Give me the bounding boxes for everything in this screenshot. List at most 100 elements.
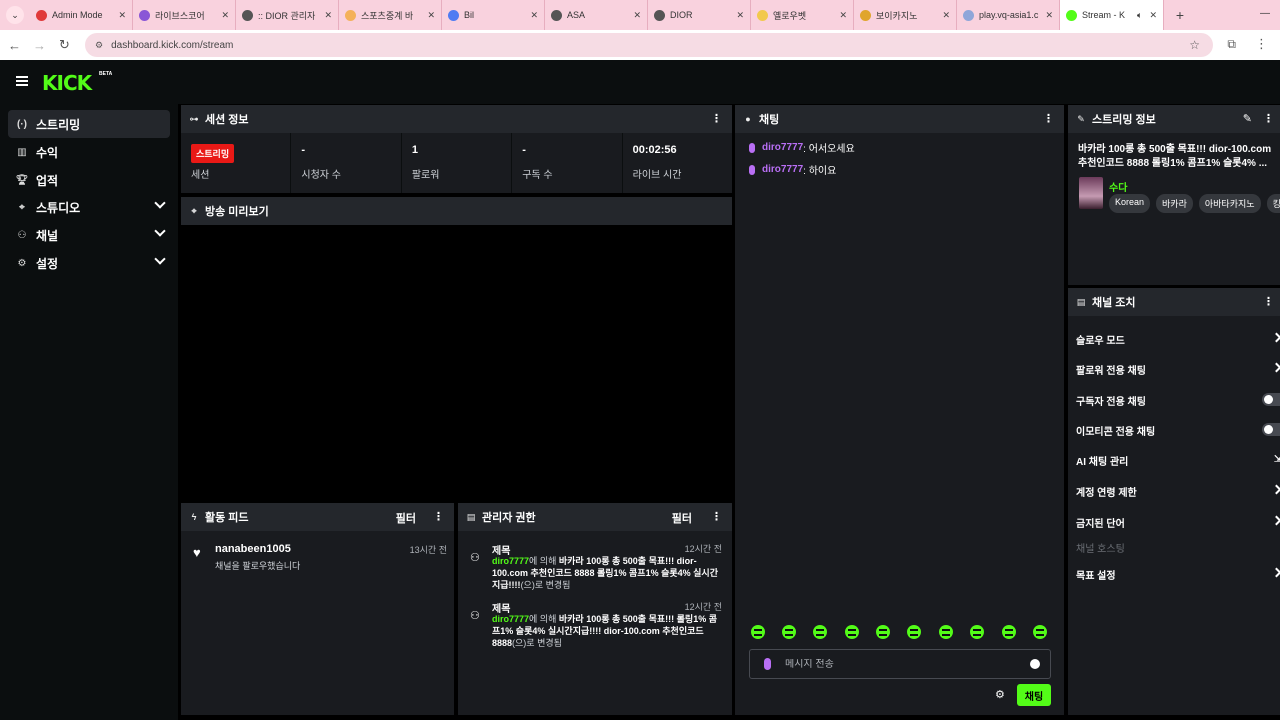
edit-pencil-icon[interactable]: ✎ (1243, 112, 1252, 125)
filter-button[interactable]: 필터 (396, 510, 416, 526)
slow-mode-item[interactable]: 슬로우 모드 (1076, 331, 1280, 347)
session-icon: ⊶ (189, 113, 199, 124)
close-icon[interactable]: ✕ (1045, 10, 1053, 21)
close-icon[interactable]: ✕ (118, 10, 126, 21)
forward-icon[interactable]: → (27, 38, 52, 53)
tag[interactable]: 바카라 (1156, 194, 1193, 213)
panel-header: ⌖ 방송 미리보기 (181, 197, 732, 225)
chat-input[interactable] (785, 658, 1015, 670)
browser-tab[interactable]: Admin Mode ✕ (30, 0, 133, 30)
emote-icon[interactable] (1002, 625, 1016, 639)
browser-tab[interactable]: 보이카지노 ✕ (854, 0, 957, 30)
favicon-icon (963, 9, 974, 21)
emote-icon[interactable] (845, 625, 859, 639)
video-preview[interactable] (181, 225, 732, 500)
sidebar-item-channel[interactable]: ⚇ 채널 (8, 221, 170, 249)
close-icon[interactable]: ✕ (324, 10, 332, 21)
kick-logo[interactable]: KICK (42, 71, 92, 95)
list-item: ⚇ 제목 12시간 전 diro7777에 의해 바카라 100롱 총 500출… (470, 600, 722, 656)
tag[interactable]: 아바타카지노 (1198, 194, 1261, 213)
browser-tab[interactable]: 스포츠중계 바 ✕ (339, 0, 442, 30)
emote-icon[interactable] (939, 625, 953, 639)
log-user[interactable]: diro7777 (492, 614, 529, 624)
kebab-menu-icon[interactable]: ⋮ (711, 510, 722, 523)
tag[interactable]: 킹브 (1266, 194, 1280, 213)
emote-icon[interactable] (1033, 625, 1047, 639)
follower-only-chat-item[interactable]: 팔로워 전용 채팅 (1076, 361, 1280, 377)
emote-icon[interactable] (751, 625, 765, 639)
follower-name[interactable]: nanabeen1005 (215, 543, 291, 555)
close-icon[interactable]: ✕ (839, 10, 847, 21)
chat-settings-gear-icon[interactable]: ⚙ (995, 688, 1005, 701)
chat-username[interactable]: diro7777 (762, 164, 803, 175)
window-minimize-icon[interactable]: — (1260, 8, 1270, 19)
sidebar-item-settings[interactable]: ⚙ 설정 (8, 249, 170, 277)
emote-only-toggle[interactable] (1262, 423, 1280, 436)
browser-tab[interactable]: 옐로우벳 ✕ (751, 0, 854, 30)
site-info-icon[interactable]: ⚙ (95, 40, 103, 51)
emote-icon[interactable] (907, 625, 921, 639)
chevron-right-icon (1271, 484, 1280, 495)
tab-label: Bil (464, 10, 475, 20)
close-icon[interactable]: ✕ (427, 10, 435, 21)
sidebar-item-revenue[interactable]: ▥ 수익 (8, 138, 170, 166)
kebab-menu-icon[interactable]: ⋮ (711, 112, 722, 125)
log-user[interactable]: diro7777 (492, 556, 529, 566)
browser-tab[interactable]: ASA ✕ (545, 0, 648, 30)
new-tab-button[interactable]: + (1170, 7, 1190, 23)
category-name[interactable]: 수다 (1109, 179, 1127, 194)
close-icon[interactable]: ✕ (221, 10, 229, 21)
send-chat-button[interactable]: 채팅 (1017, 684, 1051, 706)
subscriber-only-toggle[interactable] (1262, 393, 1280, 406)
chat-username[interactable]: diro7777 (762, 142, 803, 153)
ai-chat-moderation-item[interactable]: AI 채팅 관리 ⇲ (1076, 452, 1280, 468)
close-icon[interactable]: ✕ (736, 10, 744, 21)
panel-title: 세션 정보 (205, 114, 249, 126)
feed-description: 채널을 팔로우했습니다 (215, 561, 301, 571)
goal-settings-item[interactable]: 목표 설정 (1076, 566, 1280, 582)
favicon-icon (757, 9, 768, 21)
sidebar-item-achievements[interactable]: 🏆︎ 업적 (8, 166, 170, 194)
speaker-icon[interactable]: 🔈︎ (1137, 10, 1142, 21)
kebab-menu-icon[interactable]: ⋮ (433, 510, 444, 523)
account-age-limit-item[interactable]: 계정 연령 제한 (1076, 483, 1280, 499)
banned-words-item[interactable]: 금지된 단어 (1076, 514, 1280, 530)
reload-icon[interactable]: ↻ (52, 37, 77, 53)
sidebar-item-streaming[interactable]: (·) 스트리밍 (8, 110, 170, 138)
browser-tab[interactable]: DIOR ✕ (648, 0, 751, 30)
emoji-icon[interactable] (1030, 659, 1040, 669)
kebab-menu-icon[interactable]: ⋮ (1263, 112, 1274, 125)
close-icon[interactable]: ✕ (530, 10, 538, 21)
chat-message: diro7777 : 하이요 (749, 162, 836, 177)
category-thumbnail[interactable] (1079, 177, 1103, 209)
kebab-menu-icon[interactable]: ⋮ (1043, 112, 1054, 125)
tab-search-button[interactable]: ⌄ (6, 6, 24, 24)
close-icon[interactable]: ✕ (942, 10, 950, 21)
browser-tab[interactable]: Stream - K 🔈︎ ✕ (1060, 0, 1164, 30)
browser-tab[interactable]: 라이브스코어 ✕ (133, 0, 236, 30)
emote-icon[interactable] (782, 625, 796, 639)
revenue-icon: ▥ (17, 146, 27, 158)
hamburger-menu-icon[interactable] (16, 76, 28, 86)
tag[interactable]: Korean (1109, 194, 1151, 213)
filter-button[interactable]: 필터 (672, 510, 692, 526)
tab-label: ASA (567, 10, 586, 20)
url-field[interactable]: ⚙ dashboard.kick.com/stream (85, 33, 1213, 57)
browser-tab[interactable]: Bil ✕ (442, 0, 545, 30)
favicon-icon (36, 9, 47, 21)
close-icon[interactable]: ✕ (633, 10, 641, 21)
emote-icon[interactable] (813, 625, 827, 639)
emote-icon[interactable] (970, 625, 984, 639)
extensions-icon[interactable]: ⧉ (1227, 37, 1236, 52)
sidebar-item-studio[interactable]: ⌖ 스튜디오 (8, 193, 170, 221)
kebab-menu-icon[interactable]: ⋮ (1263, 295, 1274, 308)
close-icon[interactable]: ✕ (1149, 10, 1157, 21)
browser-tab[interactable]: play.vq-asia1.c ✕ (957, 0, 1060, 30)
stat-viewers: - 시청자 수 (291, 133, 402, 193)
stat-label: 팔로워 (411, 170, 440, 181)
browser-tab[interactable]: :: DIOR 관리자 ✕ (236, 0, 339, 30)
emote-icon[interactable] (876, 625, 890, 639)
bookmark-star-icon[interactable]: ☆ (1189, 38, 1200, 52)
back-icon[interactable]: ← (2, 38, 27, 53)
more-menu-icon[interactable]: ⋮ (1255, 36, 1268, 52)
